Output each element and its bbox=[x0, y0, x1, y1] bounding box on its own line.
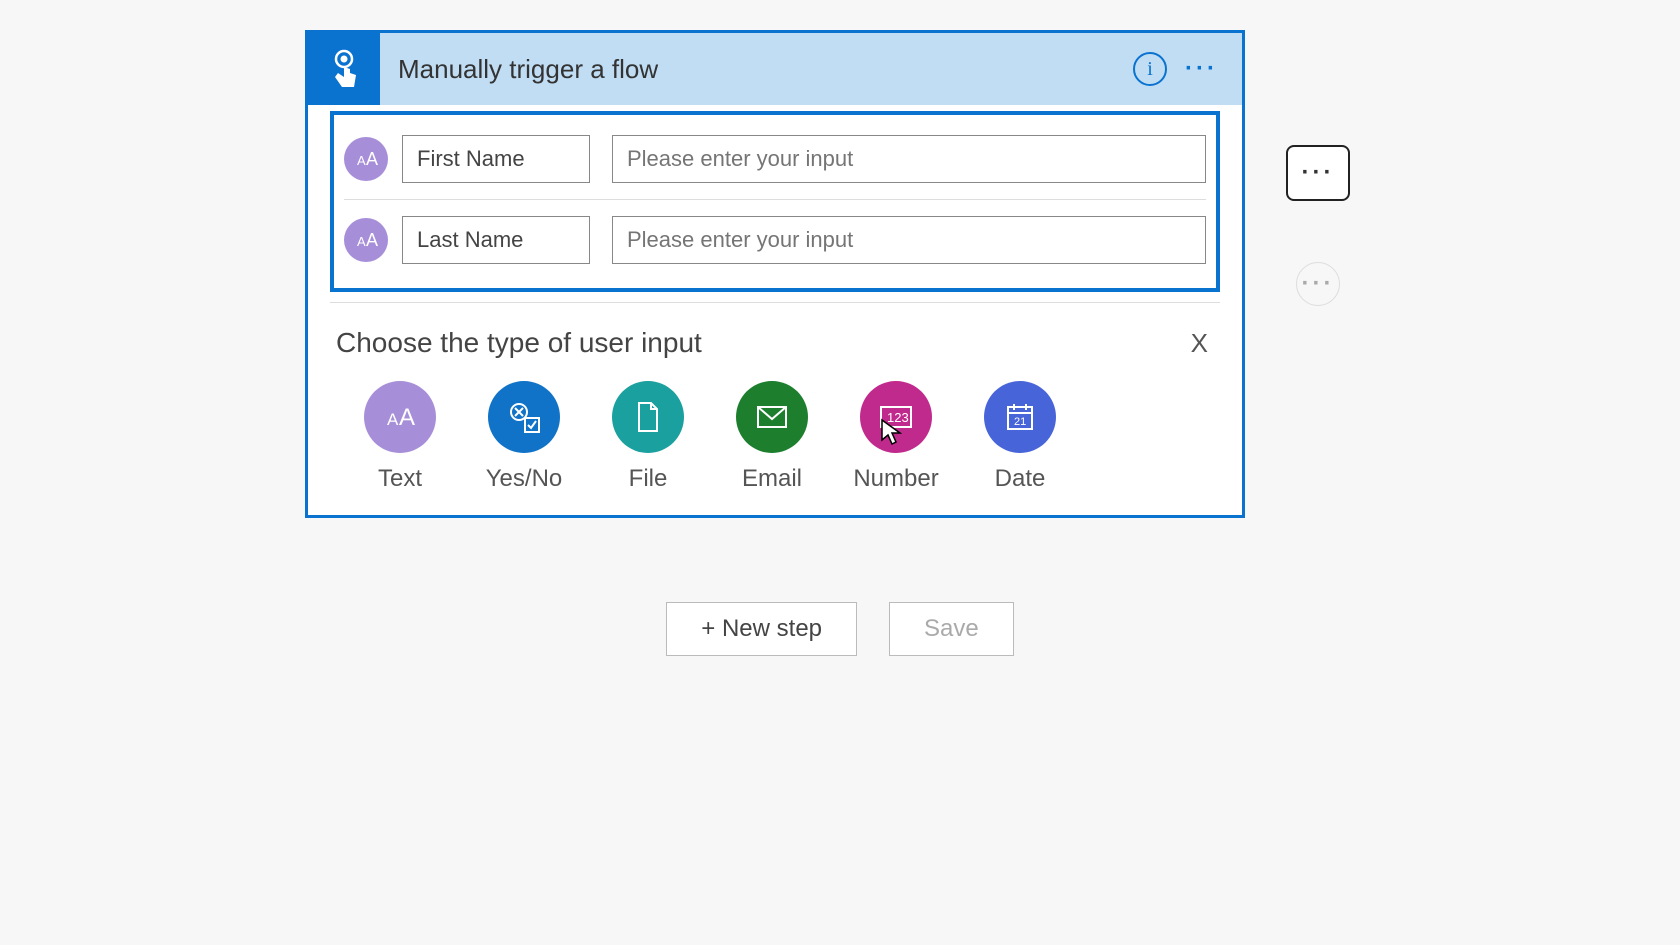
bottom-buttons: + New step Save bbox=[0, 602, 1680, 656]
file-icon bbox=[612, 381, 684, 453]
aa-icon: A A bbox=[354, 228, 378, 252]
type-option-text[interactable]: AA Text bbox=[364, 381, 436, 493]
type-label: Yes/No bbox=[486, 465, 563, 493]
svg-text:21: 21 bbox=[1014, 416, 1026, 428]
new-step-button[interactable]: + New step bbox=[666, 602, 857, 656]
svg-text:A: A bbox=[366, 230, 378, 250]
type-label: Number bbox=[853, 465, 938, 493]
svg-text:A: A bbox=[399, 404, 415, 431]
text-icon: AA bbox=[364, 381, 436, 453]
type-label: File bbox=[629, 465, 668, 493]
svg-text:A: A bbox=[357, 234, 366, 249]
save-button[interactable]: Save bbox=[889, 602, 1014, 656]
trigger-panel: Manually trigger a flow i ··· A A A A bbox=[305, 30, 1245, 518]
input-value-field[interactable] bbox=[612, 216, 1206, 264]
trigger-icon-box bbox=[308, 33, 380, 105]
choose-title: Choose the type of user input bbox=[336, 327, 702, 359]
text-type-icon: A A bbox=[344, 218, 388, 262]
choose-input-type-section: Choose the type of user input X AA Text bbox=[308, 309, 1242, 515]
type-label: Date bbox=[995, 465, 1046, 493]
type-option-file[interactable]: File bbox=[612, 381, 684, 493]
type-option-number[interactable]: 123 Number bbox=[860, 381, 932, 493]
type-option-yesno[interactable]: Yes/No bbox=[488, 381, 560, 493]
input-row-more-button[interactable]: ··· bbox=[1296, 262, 1340, 306]
trigger-more-button[interactable]: ··· bbox=[1185, 55, 1218, 83]
svg-text:A: A bbox=[357, 153, 366, 168]
type-option-date[interactable]: 21 Date bbox=[984, 381, 1056, 493]
text-type-icon: A A bbox=[344, 137, 388, 181]
input-row-last-name: A A bbox=[334, 204, 1216, 276]
input-divider bbox=[344, 199, 1206, 200]
type-options-grid: AA Text Yes/No bbox=[336, 381, 1214, 493]
input-name-field[interactable] bbox=[402, 216, 590, 264]
date-icon: 21 bbox=[984, 381, 1056, 453]
inputs-highlight-box: A A A A bbox=[330, 111, 1220, 292]
svg-text:A: A bbox=[387, 410, 399, 429]
input-value-field[interactable] bbox=[612, 135, 1206, 183]
svg-text:A: A bbox=[366, 149, 378, 169]
type-option-email[interactable]: Email bbox=[736, 381, 808, 493]
trigger-title: Manually trigger a flow bbox=[398, 54, 1133, 85]
choose-header: Choose the type of user input X bbox=[336, 327, 1214, 359]
manual-trigger-icon bbox=[324, 47, 364, 91]
email-icon bbox=[736, 381, 808, 453]
svg-text:123: 123 bbox=[887, 410, 909, 425]
section-divider bbox=[330, 302, 1220, 303]
type-label: Text bbox=[378, 465, 422, 493]
input-row-first-name: A A bbox=[334, 123, 1216, 195]
input-name-field[interactable] bbox=[402, 135, 590, 183]
info-icon[interactable]: i bbox=[1133, 52, 1167, 86]
trigger-header: Manually trigger a flow i ··· bbox=[308, 33, 1242, 105]
type-label: Email bbox=[742, 465, 802, 493]
number-icon: 123 bbox=[860, 381, 932, 453]
aa-icon: A A bbox=[354, 147, 378, 171]
yesno-icon bbox=[488, 381, 560, 453]
input-row-more-button[interactable]: ··· bbox=[1286, 145, 1350, 201]
close-button[interactable]: X bbox=[1185, 328, 1214, 359]
